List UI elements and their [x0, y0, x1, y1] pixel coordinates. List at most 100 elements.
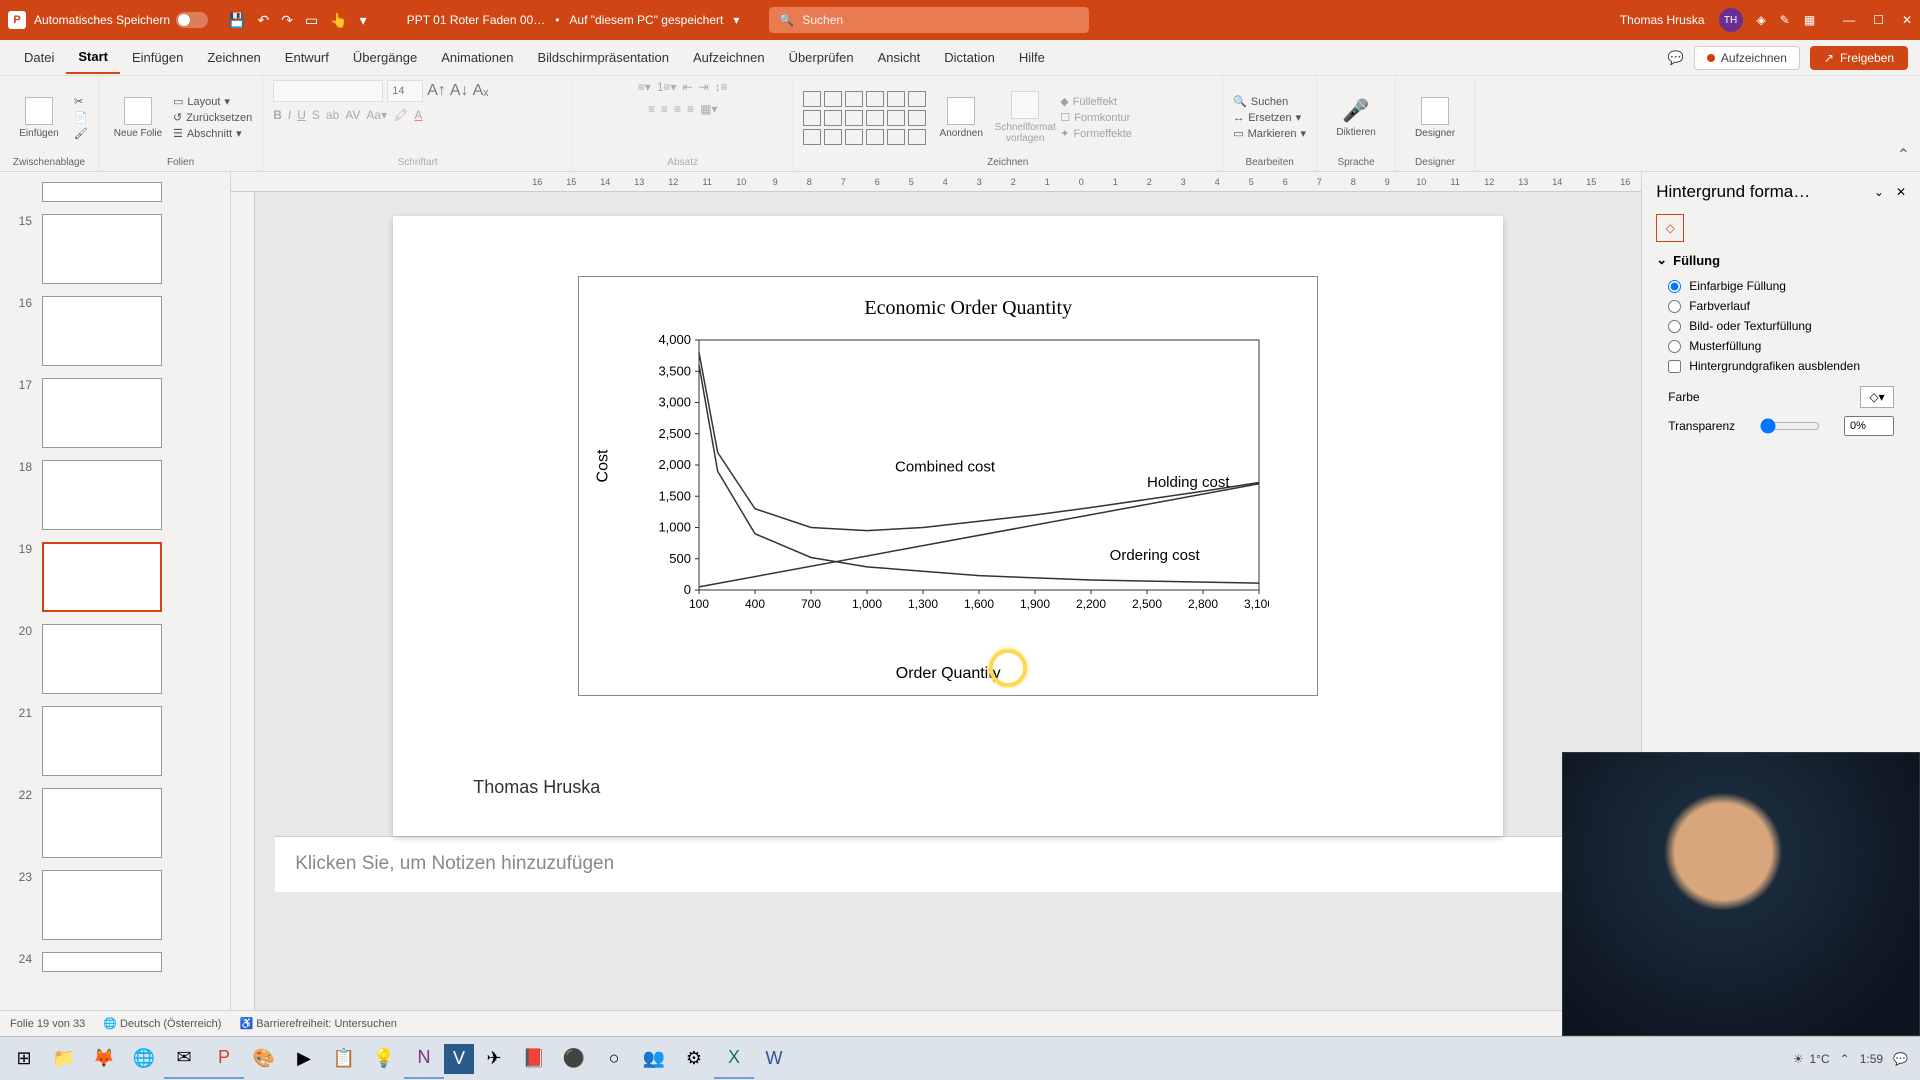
font-family-input[interactable]	[273, 80, 383, 102]
chart-frame[interactable]: Economic Order Quantity Cost 05001,0001,…	[578, 276, 1318, 696]
slide-editor[interactable]: Economic Order Quantity Cost 05001,0001,…	[255, 192, 1641, 1010]
thumbnail-partial[interactable]	[0, 176, 230, 208]
transparency-value[interactable]	[1844, 416, 1894, 436]
comments-icon[interactable]: 💬	[1668, 50, 1684, 66]
undo-icon[interactable]: ↶	[258, 12, 270, 29]
highlight-button[interactable]: 🖍	[393, 108, 408, 122]
document-title[interactable]: PPT 01 Roter Faden 00… • Auf "diesem PC"…	[407, 13, 740, 27]
thumbnail-21[interactable]: 21	[0, 700, 230, 782]
touch-icon[interactable]: 👆	[330, 12, 347, 29]
close-button[interactable]: ✕	[1902, 13, 1912, 27]
bullets-button[interactable]: ≡▾	[638, 80, 651, 94]
chrome-icon[interactable]: 🌐	[124, 1039, 164, 1079]
copy-button[interactable]: 📄	[74, 111, 88, 124]
numbering-button[interactable]: 1≡▾	[657, 80, 677, 94]
redo-icon[interactable]: ↷	[281, 12, 293, 29]
pattern-fill-option[interactable]: Musterfüllung	[1656, 336, 1906, 356]
shape-outline-button[interactable]: ☐ Formkontur	[1060, 111, 1132, 124]
case-button[interactable]: Aa▾	[366, 108, 387, 122]
word-icon[interactable]: W	[754, 1039, 794, 1079]
from-start-icon[interactable]: ▭	[305, 12, 318, 29]
tab-zeichnen[interactable]: Zeichnen	[195, 42, 272, 73]
thumbnail-18[interactable]: 18	[0, 454, 230, 536]
pen-icon[interactable]: ✎	[1780, 13, 1790, 27]
search-box[interactable]: 🔍	[769, 7, 1089, 33]
new-slide-button[interactable]: Neue Folie	[109, 83, 167, 153]
indent-button[interactable]: ⇥	[699, 80, 709, 94]
tab-uebergaenge[interactable]: Übergänge	[341, 42, 429, 73]
align-center-button[interactable]: ≡	[661, 102, 668, 116]
font-size-input[interactable]	[387, 80, 423, 102]
quick-styles-button[interactable]: Schnellformat vorlagen	[996, 83, 1054, 153]
fill-section-header[interactable]: ⌄ Füllung	[1656, 252, 1906, 268]
tab-animationen[interactable]: Animationen	[429, 42, 525, 73]
firefox-icon[interactable]: 🦊	[84, 1039, 124, 1079]
slide-counter[interactable]: Folie 19 von 33	[10, 1018, 85, 1030]
paste-button[interactable]: Einfügen	[10, 83, 68, 153]
columns-button[interactable]: ▦▾	[700, 102, 717, 116]
fill-tab-icon[interactable]: ◇	[1656, 214, 1684, 242]
record-button[interactable]: Aufzeichnen	[1694, 46, 1800, 70]
share-button[interactable]: ↗Freigeben	[1810, 46, 1908, 70]
replace-button[interactable]: ↔ Ersetzen ▾	[1233, 111, 1306, 124]
shape-fill-button[interactable]: ◆ Fülleffekt	[1060, 95, 1132, 108]
weather-widget[interactable]: ☀ 1°C	[1793, 1052, 1830, 1066]
thumbnail-20[interactable]: 20	[0, 618, 230, 700]
tab-aufzeichnen[interactable]: Aufzeichnen	[681, 42, 777, 73]
tab-hilfe[interactable]: Hilfe	[1007, 42, 1057, 73]
outlook-icon[interactable]: ✉	[164, 1039, 204, 1079]
shadow-button[interactable]: ab	[326, 108, 339, 122]
arrange-button[interactable]: Anordnen	[932, 83, 990, 153]
user-avatar[interactable]: TH	[1719, 8, 1743, 32]
calendar-icon[interactable]: ▦	[1804, 13, 1815, 27]
maximize-button[interactable]: ☐	[1873, 13, 1884, 27]
shrink-font-icon[interactable]: A↓	[450, 82, 469, 100]
gradient-fill-option[interactable]: Farbverlauf	[1656, 296, 1906, 316]
clear-format-icon[interactable]: Aₓ	[473, 82, 489, 100]
powerpoint-icon[interactable]: P	[204, 1039, 244, 1079]
align-right-button[interactable]: ≡	[674, 102, 681, 116]
shapes-gallery[interactable]	[803, 91, 926, 145]
tab-ueberpruefen[interactable]: Überprüfen	[777, 42, 866, 73]
section-button[interactable]: ☰ Abschnitt ▾	[173, 127, 252, 140]
pdf-icon[interactable]: 📕	[514, 1039, 554, 1079]
designer-button[interactable]: Designer	[1406, 83, 1464, 153]
color-picker[interactable]: ◇▾	[1860, 386, 1894, 408]
spacing-button[interactable]: AV	[345, 108, 360, 122]
obs-icon[interactable]: ⚫	[554, 1039, 594, 1079]
font-color-button[interactable]: A	[414, 108, 422, 122]
thumbnail-19[interactable]: 19	[0, 536, 230, 618]
solid-fill-option[interactable]: Einfarbige Füllung	[1656, 276, 1906, 296]
find-button[interactable]: 🔍 Suchen	[1233, 95, 1306, 108]
italic-button[interactable]: I	[288, 108, 291, 122]
align-left-button[interactable]: ≡	[648, 102, 655, 116]
search-input[interactable]	[802, 13, 1079, 27]
start-button[interactable]: ⊞	[4, 1039, 44, 1079]
language-indicator[interactable]: 🌐 Deutsch (Österreich)	[103, 1017, 221, 1030]
diamond-icon[interactable]: ◈	[1757, 13, 1766, 27]
reset-button[interactable]: ↺ Zurücksetzen	[173, 111, 252, 124]
app-icon-2[interactable]: 📋	[324, 1039, 364, 1079]
excel-icon[interactable]: X	[714, 1039, 754, 1079]
dictate-button[interactable]: 🎤Diktieren	[1327, 83, 1385, 153]
tab-datei[interactable]: Datei	[12, 42, 66, 73]
shape-effects-button[interactable]: ✦ Formeffekte	[1060, 127, 1132, 140]
thumbnail-17[interactable]: 17	[0, 372, 230, 454]
layout-button[interactable]: ▭ Layout ▾	[173, 95, 252, 108]
notes-placeholder[interactable]: Klicken Sie, um Notizen hinzuzufügen	[275, 836, 1621, 892]
thumbnail-22[interactable]: 22	[0, 782, 230, 864]
tab-bildschirm[interactable]: Bildschirmpräsentation	[525, 42, 681, 73]
settings-icon[interactable]: ⚙	[674, 1039, 714, 1079]
pane-close-icon[interactable]: ✕	[1896, 185, 1906, 199]
line-spacing-button[interactable]: ↕≡	[715, 80, 728, 94]
teams-icon[interactable]: 👥	[634, 1039, 674, 1079]
v-icon[interactable]: V	[444, 1044, 474, 1074]
minimize-button[interactable]: —	[1843, 13, 1855, 27]
tab-entwurf[interactable]: Entwurf	[273, 42, 341, 73]
collapse-ribbon-button[interactable]: ⌃	[1887, 76, 1920, 171]
strike-button[interactable]: S	[312, 108, 320, 122]
accessibility-checker[interactable]: ♿ Barrierefreiheit: Untersuchen	[239, 1017, 396, 1030]
grow-font-icon[interactable]: A↑	[427, 82, 446, 100]
bold-button[interactable]: B	[273, 108, 282, 122]
app-icon-1[interactable]: 🎨	[244, 1039, 284, 1079]
